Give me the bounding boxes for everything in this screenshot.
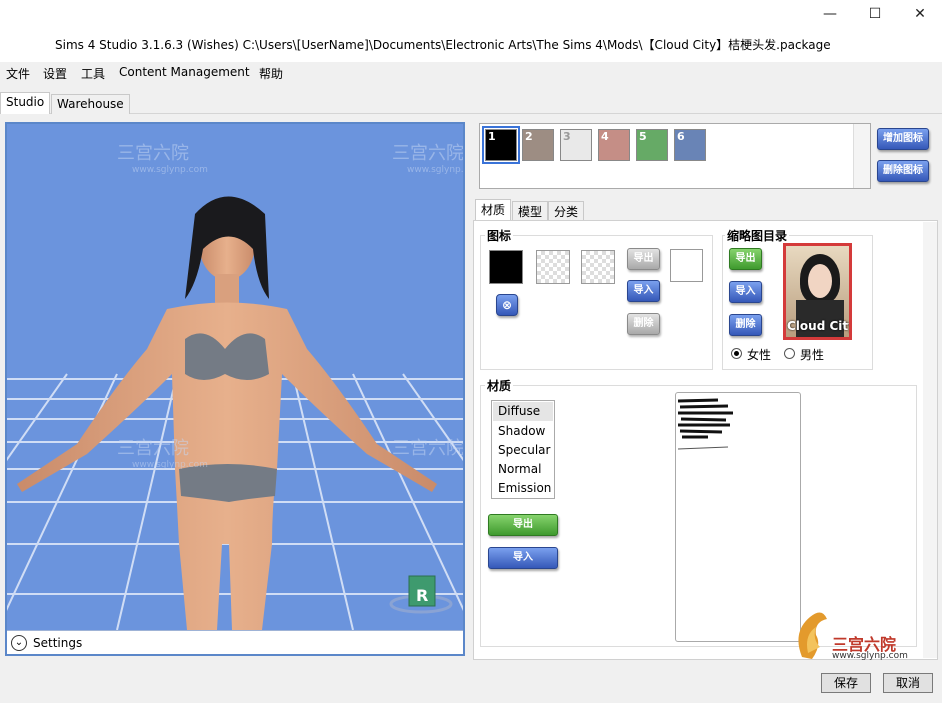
svg-text:三宫六院: 三宫六院 xyxy=(117,438,189,459)
footer-bar xyxy=(0,662,942,703)
material-item-diffuse[interactable]: Diffuse xyxy=(498,404,540,418)
material-import-button[interactable]: 导入 xyxy=(488,547,558,569)
material-export-button[interactable]: 导出 xyxy=(488,514,558,536)
settings-label: Settings xyxy=(33,636,83,650)
window-title: Sims 4 Studio 3.1.6.3 (Wishes) C:\Users\… xyxy=(55,38,831,52)
material-item-specular[interactable]: Specular xyxy=(498,443,550,457)
thumbnail-group-title: 缩略图目录 xyxy=(725,227,790,244)
female-label: 女性 xyxy=(747,348,772,362)
menu-settings[interactable]: 设置 xyxy=(43,65,67,82)
thumb-import-button[interactable]: 导入 xyxy=(729,281,762,303)
tab-material[interactable]: 材质 xyxy=(475,199,512,221)
maximize-button[interactable]: ☐ xyxy=(855,4,895,24)
male-radio[interactable] xyxy=(784,348,795,359)
minimize-button[interactable]: — xyxy=(810,4,850,24)
swatch-scrollbar[interactable] xyxy=(853,124,870,188)
thumbnail-caption: Cloud City xyxy=(787,319,852,333)
settings-toggle[interactable]: ⌄ Settings xyxy=(7,630,463,654)
menu-content-management[interactable]: Content Management xyxy=(119,65,250,79)
svg-text:三宫六院: 三宫六院 xyxy=(392,143,463,164)
texture-image xyxy=(678,398,733,450)
thumbnail-image[interactable]: Cloud City xyxy=(783,243,852,340)
icon-delete-button[interactable]: 删除 xyxy=(627,313,660,335)
thumb-delete-button[interactable]: 删除 xyxy=(729,314,762,336)
svg-text:www.sglynp.com: www.sglynp.com xyxy=(132,165,208,175)
icon-export-button[interactable]: 导出 xyxy=(627,248,660,270)
svg-text:R: R xyxy=(416,586,428,605)
main-tab-bar: Studio Warehouse xyxy=(0,84,942,115)
panel-scrollbar[interactable] xyxy=(923,222,937,658)
material-item-shadow[interactable]: Shadow xyxy=(498,424,545,438)
sim-model xyxy=(17,196,437,630)
title-bar: Sims 4 Studio 3.1.6.3 (Wishes) C:\Users\… xyxy=(0,0,942,62)
site-logo: 三宫六院 www.sglynp.com xyxy=(792,607,922,667)
remove-icon[interactable]: ⊗ xyxy=(496,294,518,316)
tab-warehouse[interactable]: Warehouse xyxy=(51,94,130,114)
thumb-export-button[interactable]: 导出 xyxy=(729,248,762,270)
svg-text:www.sglynp.com: www.sglynp.com xyxy=(407,165,463,175)
tab-model[interactable]: 模型 xyxy=(512,201,549,220)
swatch-1[interactable]: 1 xyxy=(482,126,520,164)
swatch-6[interactable]: 6 xyxy=(674,129,706,161)
chevron-down-icon: ⌄ xyxy=(11,635,27,651)
menu-tools[interactable]: 工具 xyxy=(81,65,105,82)
phoenix-icon xyxy=(798,612,827,659)
swatch-5[interactable]: 5 xyxy=(636,129,668,161)
svg-text:三宫六院: 三宫六院 xyxy=(117,143,189,164)
preview-viewport[interactable]: 三宫六院 www.sglynp.com 三宫六院 www.sglynp.com … xyxy=(5,122,465,656)
svg-text:www.sglynp.com: www.sglynp.com xyxy=(132,460,208,470)
icon-preview[interactable] xyxy=(489,250,523,284)
add-swatch-button[interactable]: 增加图标 xyxy=(877,128,929,150)
icon-color-slot[interactable] xyxy=(670,249,703,282)
close-button[interactable]: ✕ xyxy=(900,4,940,24)
swatch-2[interactable]: 2 xyxy=(522,129,554,161)
icon-import-button[interactable]: 导入 xyxy=(627,280,660,302)
watermark: 三宫六院 www.sglynp.com 三宫六院 www.sglynp.com … xyxy=(117,143,463,470)
menu-bar: 文件 设置 工具 Content Management 帮助 xyxy=(0,62,942,84)
icon-overlay-slot[interactable] xyxy=(581,250,615,284)
material-list[interactable]: Diffuse Shadow Specular Normal Emission xyxy=(491,400,555,499)
texture-preview[interactable] xyxy=(675,392,801,642)
menu-file[interactable]: 文件 xyxy=(6,65,30,82)
material-item-emission[interactable]: Emission xyxy=(498,481,551,495)
material-item-normal[interactable]: Normal xyxy=(498,462,541,476)
menu-help[interactable]: 帮助 xyxy=(259,65,283,82)
tab-category[interactable]: 分类 xyxy=(548,201,585,220)
material-group-title: 材质 xyxy=(485,377,514,394)
swatch-4[interactable]: 4 xyxy=(598,129,630,161)
male-label: 男性 xyxy=(800,348,825,362)
viewport-scene: 三宫六院 www.sglynp.com 三宫六院 www.sglynp.com … xyxy=(7,143,463,630)
tab-studio[interactable]: Studio xyxy=(0,92,51,115)
save-button[interactable]: 保存 xyxy=(821,673,871,693)
cancel-button[interactable]: 取消 xyxy=(883,673,933,693)
delete-swatch-button[interactable]: 删除图标 xyxy=(877,160,929,182)
female-radio[interactable] xyxy=(731,348,742,359)
logo-url: www.sglynp.com xyxy=(832,651,908,661)
swatch-3[interactable]: 3 xyxy=(560,129,592,161)
svg-text:三宫六院: 三宫六院 xyxy=(392,438,463,459)
icon-group-title: 图标 xyxy=(485,227,514,244)
swatch-strip[interactable]: 1 2 3 4 5 6 xyxy=(479,123,871,189)
icon-mask-slot[interactable] xyxy=(536,250,570,284)
